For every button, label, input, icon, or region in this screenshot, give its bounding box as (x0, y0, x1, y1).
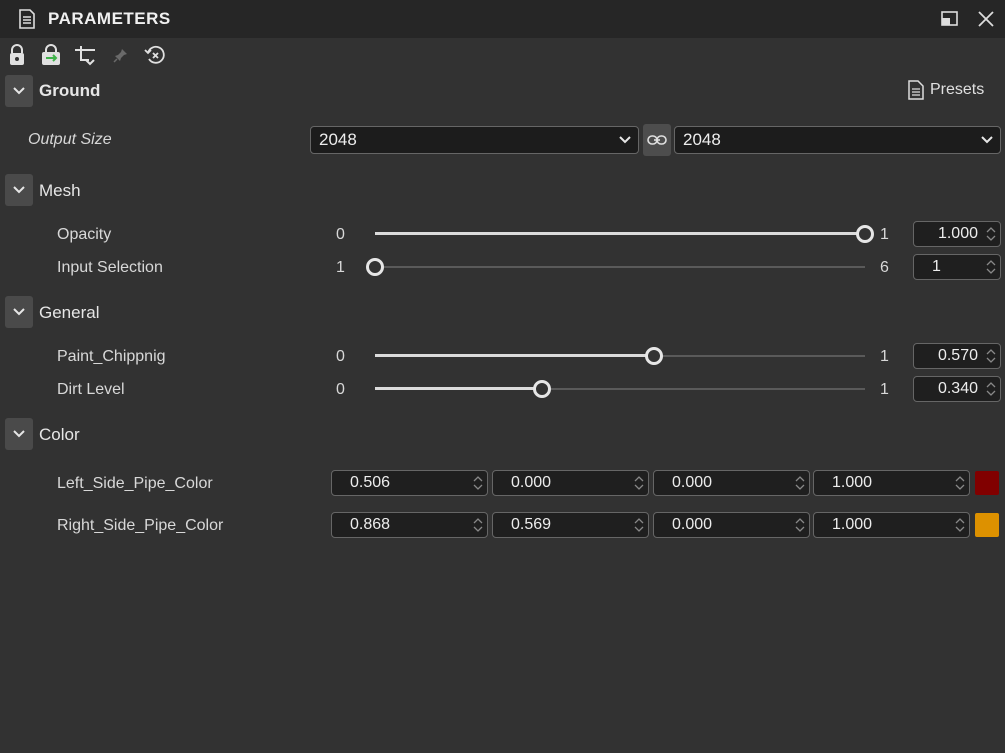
chevron-down-icon (13, 87, 25, 95)
opacity-min: 0 (336, 226, 345, 243)
paint-chipping-label: Paint_Chippnig (57, 348, 166, 365)
slider-handle[interactable] (533, 380, 551, 398)
pin-icon[interactable] (108, 42, 134, 68)
slider-handle[interactable] (366, 258, 384, 276)
left-pipe-a-value: 1.000 (832, 474, 873, 491)
stepper-arrows-icon[interactable] (634, 516, 644, 534)
chevron-down-icon (13, 308, 25, 316)
document-icon (18, 9, 36, 34)
color-section-title: Color (39, 425, 80, 444)
stepper-arrows-icon[interactable] (795, 516, 805, 534)
panel-title: PARAMETERS (48, 9, 171, 28)
input-selection-label: Input Selection (57, 259, 163, 276)
paint-chipping-slider[interactable] (375, 347, 865, 365)
output-size-width-dropdown[interactable]: 2048 (310, 126, 639, 154)
document-icon (908, 80, 924, 100)
left-pipe-g-value: 0.000 (511, 474, 552, 491)
right-pipe-color-label: Right_Side_Pipe_Color (57, 517, 224, 534)
right-pipe-b-field[interactable]: 0.000 (653, 512, 810, 538)
right-pipe-g-value: 0.569 (511, 516, 552, 533)
output-size-label: Output Size (28, 131, 112, 148)
output-size-height-dropdown[interactable]: 2048 (674, 126, 1001, 154)
chevron-down-icon (13, 430, 25, 438)
opacity-slider[interactable] (375, 225, 874, 243)
opacity-label: Opacity (57, 226, 112, 243)
stepper-arrows-icon[interactable] (955, 516, 965, 534)
input-selection-min: 1 (336, 259, 345, 276)
dirt-level-slider[interactable] (375, 380, 865, 398)
flow-arrow-icon[interactable] (72, 42, 98, 68)
slider-handle[interactable] (856, 225, 874, 243)
dirt-level-value-field[interactable]: 0.340 (913, 376, 1001, 402)
slider-fill (375, 232, 865, 235)
lock-icon[interactable] (4, 42, 30, 68)
input-selection-slider[interactable] (366, 258, 865, 276)
chevron-down-icon (13, 186, 25, 194)
right-pipe-a-field[interactable]: 1.000 (813, 512, 970, 538)
chevron-down-icon (981, 136, 993, 144)
stepper-arrows-icon[interactable] (473, 516, 483, 534)
opacity-value-field[interactable]: 1.000 (913, 221, 1001, 247)
presets-label: Presets (930, 81, 985, 98)
right-pipe-r-field[interactable]: 0.868 (331, 512, 488, 538)
general-section-title: General (39, 303, 100, 322)
stepper-arrows-icon[interactable] (986, 225, 996, 243)
left-pipe-r-value: 0.506 (350, 474, 391, 491)
input-selection-value-field[interactable]: 1 (913, 254, 1001, 280)
left-pipe-a-field[interactable]: 1.000 (813, 470, 970, 496)
ground-section-title: Ground (39, 81, 101, 100)
paint-chipping-max: 1 (880, 348, 889, 365)
paint-chipping-value-field[interactable]: 0.570 (913, 343, 1001, 369)
right-pipe-r-value: 0.868 (350, 516, 391, 533)
stepper-arrows-icon[interactable] (986, 380, 996, 398)
opacity-max: 1 (880, 226, 889, 243)
right-pipe-b-value: 0.000 (672, 516, 713, 533)
maximize-icon[interactable] (941, 11, 959, 32)
slider-fill (375, 387, 542, 390)
dirt-level-max: 1 (880, 381, 889, 398)
general-collapse-button[interactable] (5, 296, 33, 328)
link-icon (647, 135, 667, 145)
input-selection-max: 6 (880, 259, 889, 276)
left-pipe-b-field[interactable]: 0.000 (653, 470, 810, 496)
dirt-level-label: Dirt Level (57, 381, 125, 398)
stepper-arrows-icon[interactable] (795, 474, 805, 492)
link-size-button[interactable] (643, 124, 671, 156)
mesh-section-title: Mesh (39, 181, 81, 200)
slider-track (375, 266, 865, 268)
paint-chipping-min: 0 (336, 348, 345, 365)
stepper-arrows-icon[interactable] (986, 347, 996, 365)
left-pipe-r-field[interactable]: 0.506 (331, 470, 488, 496)
right-pipe-g-field[interactable]: 0.569 (492, 512, 649, 538)
output-size-width-value: 2048 (319, 130, 357, 149)
left-pipe-b-value: 0.000 (672, 474, 713, 491)
left-pipe-g-field[interactable]: 0.000 (492, 470, 649, 496)
reset-icon[interactable] (142, 42, 168, 68)
left-pipe-color-swatch[interactable] (975, 471, 999, 495)
stepper-arrows-icon[interactable] (473, 474, 483, 492)
color-collapse-button[interactable] (5, 418, 33, 450)
output-size-height-value: 2048 (683, 130, 721, 149)
dirt-level-min: 0 (336, 381, 345, 398)
slider-fill (375, 354, 654, 357)
stepper-arrows-icon[interactable] (986, 258, 996, 276)
title-bar: PARAMETERS (0, 0, 1005, 38)
mesh-collapse-button[interactable] (5, 174, 33, 206)
stepper-arrows-icon[interactable] (955, 474, 965, 492)
slider-handle[interactable] (645, 347, 663, 365)
left-pipe-color-label: Left_Side_Pipe_Color (57, 475, 213, 492)
chevron-down-icon (619, 136, 631, 144)
stepper-arrows-icon[interactable] (634, 474, 644, 492)
presets-button[interactable]: Presets (908, 80, 984, 100)
refresh-lock-icon[interactable] (38, 42, 64, 68)
close-icon[interactable] (977, 10, 995, 33)
right-pipe-color-swatch[interactable] (975, 513, 999, 537)
ground-collapse-button[interactable] (5, 75, 33, 107)
toolbar (4, 42, 184, 70)
right-pipe-a-value: 1.000 (832, 516, 873, 533)
